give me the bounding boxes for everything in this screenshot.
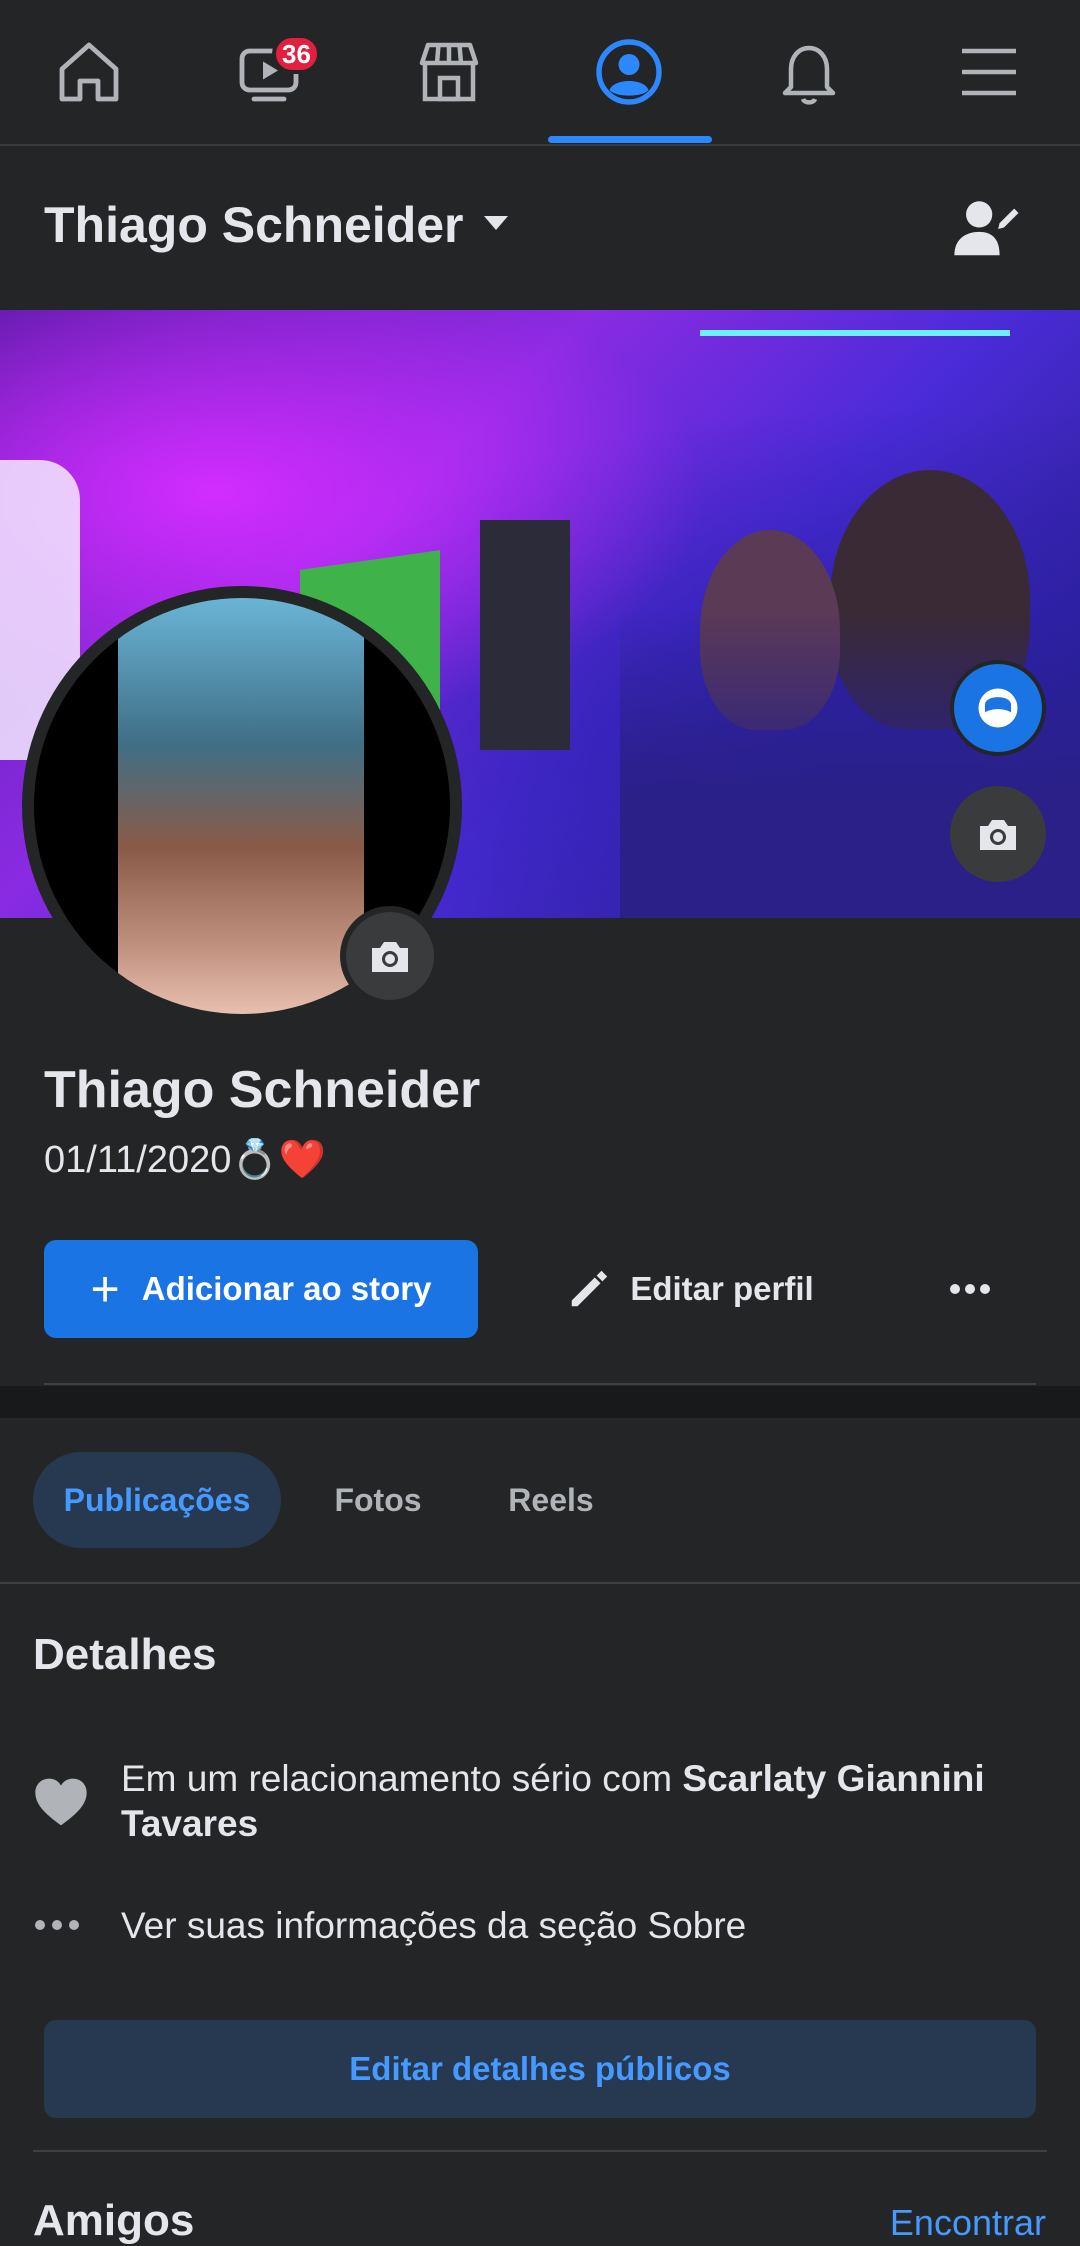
top-navigation: 36	[0, 0, 1080, 146]
nav-notifications[interactable]	[734, 0, 884, 144]
active-tab-indicator	[548, 136, 712, 143]
home-icon	[59, 42, 119, 102]
friends-section-title: Amigos	[33, 2196, 195, 2245]
plus-icon: +	[90, 1261, 120, 1317]
section-separator	[0, 1386, 1080, 1418]
hamburger-menu-icon	[962, 48, 1016, 96]
add-to-story-label: Adicionar ao story	[141, 1270, 432, 1307]
divider	[0, 1582, 1080, 1584]
heart-icon	[35, 1778, 87, 1826]
nav-home[interactable]	[14, 0, 164, 144]
camera-icon	[980, 820, 1016, 850]
tab-reels[interactable]: Reels	[478, 1452, 624, 1548]
profile-icon	[596, 39, 662, 105]
more-dots-icon	[35, 1920, 79, 1930]
account-switcher-name[interactable]: Thiago Schneider	[44, 196, 464, 254]
edit-profile-picture-button[interactable]	[340, 906, 440, 1006]
divider	[33, 2150, 1047, 2152]
edit-public-details-button[interactable]: Editar detalhes públicos	[44, 2020, 1036, 2118]
chevron-down-icon[interactable]	[482, 214, 510, 232]
profile-name: Thiago Schneider	[44, 1061, 481, 1119]
profile-bio: 01/11/2020💍❤️	[44, 1139, 326, 1181]
marketplace-icon	[419, 42, 479, 102]
profile-header-bar: Thiago Schneider	[0, 146, 1080, 310]
profile-photo-image	[118, 598, 364, 1014]
about-link-text: Ver suas informações da seção Sobre	[121, 1905, 747, 1946]
tab-publicacoes[interactable]: Publicações	[33, 1452, 281, 1548]
bell-icon	[782, 45, 836, 105]
add-to-story-button[interactable]: + Adicionar ao story	[44, 1240, 478, 1338]
edit-profile-label: Editar perfil	[630, 1270, 814, 1307]
edit-profile-button[interactable]: Editar perfil	[500, 1240, 880, 1338]
cover-light	[700, 330, 1010, 336]
find-friends-link[interactable]: Encontrar	[890, 2202, 1046, 2244]
relationship-detail: Em um relacionamento sério com Scarlaty …	[33, 1756, 1043, 1846]
tab-fotos[interactable]: Fotos	[306, 1452, 450, 1548]
more-dots-icon	[950, 1284, 990, 1294]
pencil-icon	[572, 1270, 608, 1307]
nav-marketplace[interactable]	[374, 0, 524, 144]
avatar-button[interactable]	[950, 660, 1046, 756]
nav-menu[interactable]	[914, 0, 1064, 144]
more-options-button[interactable]	[900, 1240, 1040, 1338]
divider	[44, 1383, 1036, 1385]
edit-user-icon[interactable]	[950, 194, 1020, 264]
about-link-row[interactable]: Ver suas informações da seção Sobre	[33, 1903, 1043, 1948]
watch-notification-badge: 36	[272, 34, 321, 74]
avatar-face-icon	[978, 688, 1018, 728]
cover-monitor	[480, 520, 570, 750]
edit-cover-photo-button[interactable]	[950, 786, 1046, 882]
camera-icon	[372, 942, 408, 972]
nav-profile[interactable]	[554, 0, 704, 144]
relationship-prefix: Em um relacionamento sério com	[121, 1758, 683, 1799]
details-section-title: Detalhes	[33, 1630, 217, 1679]
nav-watch[interactable]	[194, 0, 344, 144]
